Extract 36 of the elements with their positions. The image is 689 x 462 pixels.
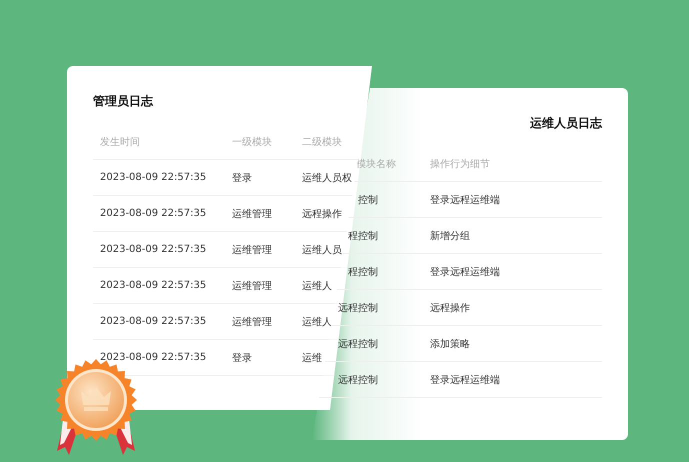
table-cell-text: 2023-08-09 22:57:35 [100, 172, 208, 183]
table-cell-text: 2023-08-09 22:57:35 [100, 316, 208, 327]
table-cell-text: 2023-08-09 22:57:35 [100, 352, 208, 363]
table-cell-text: 2023-08-09 22:57:35 [100, 280, 208, 291]
table-cell-text: 登录远程运维端 [430, 266, 501, 278]
table-cell-text: 登录远程运维端 [430, 194, 501, 206]
table-cell-text: 控制 [357, 194, 378, 206]
table-cell-text: 添加策略 [430, 338, 471, 350]
table-cell-text: 运维管理 [232, 208, 273, 220]
card-title: 运维人员日志 [529, 116, 602, 130]
table-cell-text: 2023-08-09 22:57:35 [100, 244, 208, 255]
table-cell-text: 运维人员权 [302, 172, 353, 184]
card-title: 管理员日志 [93, 94, 154, 108]
column-header: 二级模块 [302, 136, 343, 148]
table-cell-text: 运维管理 [232, 244, 273, 256]
table-cell-text: 登录 [232, 172, 253, 184]
table-cell-text: 远程控制 [337, 374, 378, 386]
table-cell-text: 登录远程运维端 [430, 374, 501, 386]
table-cell-text: 远程控制 [337, 338, 378, 350]
table-cell-text: 运维管理 [232, 316, 273, 328]
table-cell-text: 远程操作 [430, 302, 471, 314]
table-cell-text: 2023-08-09 22:57:35 [100, 208, 208, 219]
table-cell-text: 运维人 [302, 316, 333, 328]
column-header: 一级模块 [232, 136, 273, 148]
column-header: 发生时间 [100, 136, 141, 148]
table-cell-text: 运维管理 [232, 280, 273, 292]
table-cell-text: 运维 [302, 352, 323, 364]
table-cell-text: 运维人 [302, 280, 333, 292]
table-cell-text: 运维人员 [302, 244, 343, 256]
table-cell-text: 登录 [232, 352, 253, 364]
table-cell-text: 程控制 [347, 230, 378, 242]
column-header: 操作行为细节 [430, 158, 491, 170]
table-cell-text: 新增分组 [430, 230, 471, 242]
table-cell-text: 远程控制 [337, 302, 378, 314]
table-cell-text: 程控制 [347, 266, 378, 278]
table-cell-text: 远程操作 [302, 208, 343, 220]
